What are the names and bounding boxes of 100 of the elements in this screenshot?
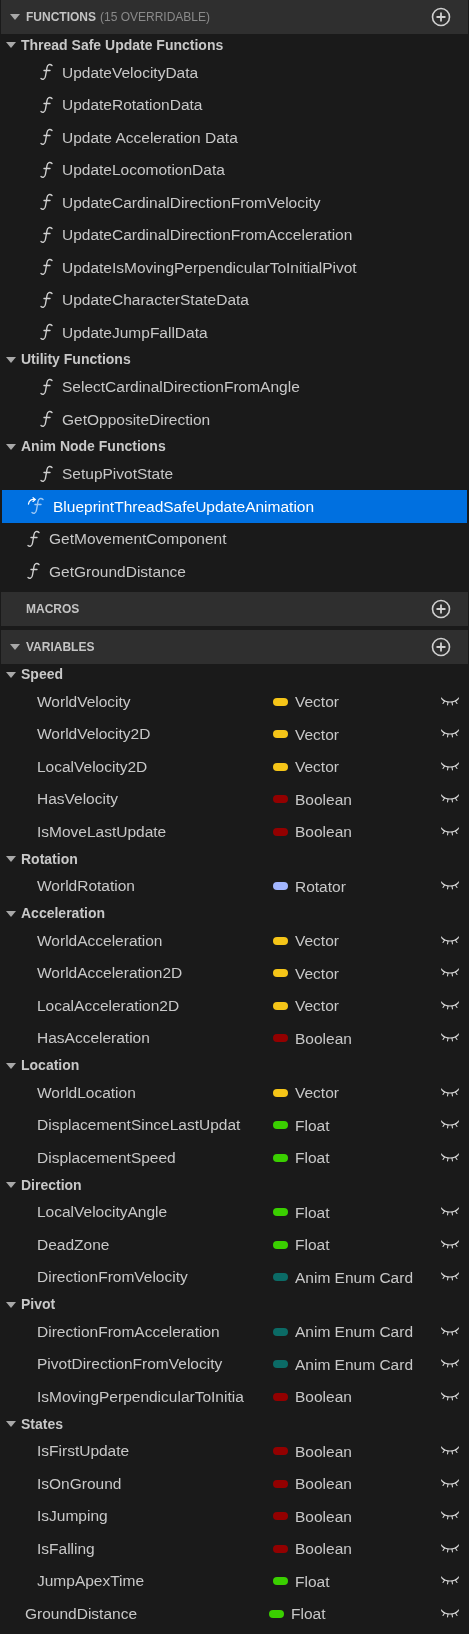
closed-eye-icon[interactable] bbox=[441, 968, 459, 979]
variable-type[interactable]: Boolean bbox=[295, 1026, 441, 1050]
variable-type[interactable]: Vector bbox=[295, 722, 441, 746]
category-header[interactable]: Pivot bbox=[21, 1294, 56, 1315]
function-item[interactable]: UpdateCardinalDirectionFromVelocity bbox=[2, 186, 467, 219]
closed-eye-icon[interactable] bbox=[441, 1511, 459, 1522]
variable-type[interactable]: Vector bbox=[295, 1081, 441, 1105]
closed-eye-icon[interactable] bbox=[441, 1033, 459, 1044]
category-header[interactable]: Thread Safe Update Functions bbox=[21, 34, 224, 56]
expand-arrow-icon[interactable] bbox=[9, 642, 21, 651]
variable-name[interactable]: WorldVelocity2D bbox=[37, 725, 151, 743]
closed-eye-icon[interactable] bbox=[441, 1478, 459, 1489]
function-item[interactable]: UpdateVelocityData bbox=[2, 56, 467, 89]
expand-arrow-icon[interactable] bbox=[5, 41, 17, 49]
variable-name[interactable]: DisplacementSinceLastUpdat bbox=[37, 1116, 241, 1134]
closed-eye-icon[interactable] bbox=[441, 1359, 459, 1370]
variable-type[interactable]: Rotator bbox=[295, 874, 441, 898]
variable-name[interactable]: IsOnGround bbox=[37, 1474, 122, 1492]
closed-eye-icon[interactable] bbox=[441, 935, 459, 946]
variable-name[interactable]: DirectionFromAcceleration bbox=[37, 1322, 220, 1340]
category-header[interactable]: States bbox=[21, 1413, 64, 1435]
variable-name[interactable]: WorldLocation bbox=[37, 1083, 136, 1101]
function-item[interactable]: GetOppositeDirection bbox=[2, 403, 467, 436]
category-header[interactable]: Utility Functions bbox=[21, 349, 131, 370]
variable-name[interactable]: IsFalling bbox=[37, 1539, 95, 1557]
function-item[interactable]: UpdateLocomotionData bbox=[2, 153, 467, 186]
variable-name[interactable]: LocalVelocity2D bbox=[37, 757, 148, 775]
variable-type[interactable]: Anim Enum Card bbox=[295, 1352, 441, 1376]
variable-name[interactable]: JumpApexTime bbox=[37, 1572, 145, 1590]
variable-type[interactable]: Anim Enum Card bbox=[295, 1265, 441, 1289]
variable-name[interactable]: GroundDistance bbox=[25, 1604, 137, 1622]
section-header[interactable]: VARIABLES bbox=[1, 629, 468, 664]
variable-name[interactable]: LocalAcceleration2D bbox=[37, 996, 180, 1014]
closed-eye-icon[interactable] bbox=[441, 1000, 459, 1011]
variable-name[interactable]: PivotDirectionFromVelocity bbox=[37, 1355, 223, 1373]
function-item[interactable]: GetMovementComponent bbox=[2, 522, 467, 555]
function-item[interactable]: UpdateRotationData bbox=[2, 88, 467, 121]
variable-type[interactable]: Boolean bbox=[295, 820, 441, 844]
function-item[interactable]: SetupPivotState bbox=[2, 457, 467, 490]
variable-type[interactable]: Float bbox=[295, 1146, 441, 1170]
expand-arrow-icon[interactable] bbox=[5, 1181, 17, 1189]
expand-arrow-icon[interactable] bbox=[5, 855, 17, 863]
variable-type[interactable]: Float bbox=[295, 1569, 441, 1593]
closed-eye-icon[interactable] bbox=[441, 1207, 459, 1218]
closed-eye-icon[interactable] bbox=[441, 1239, 459, 1250]
expand-arrow-icon[interactable] bbox=[5, 909, 17, 918]
variable-type[interactable]: Boolean bbox=[295, 787, 441, 811]
category-header[interactable]: Location bbox=[21, 1055, 80, 1076]
category-header[interactable]: Direction bbox=[21, 1174, 82, 1196]
variable-name[interactable]: IsMovingPerpendicularToInitia bbox=[37, 1387, 244, 1405]
add-icon[interactable] bbox=[431, 636, 451, 657]
closed-eye-icon[interactable] bbox=[441, 794, 459, 805]
function-item[interactable]: UpdateIsMovingPerpendicularToInitialPivot bbox=[2, 251, 467, 284]
variable-type[interactable]: Float bbox=[295, 1113, 441, 1137]
closed-eye-icon[interactable] bbox=[441, 696, 459, 707]
variable-name[interactable]: WorldVelocity bbox=[37, 692, 131, 710]
variable-name[interactable]: WorldAcceleration2D bbox=[37, 964, 183, 982]
section-header[interactable]: MACROS bbox=[1, 591, 468, 626]
closed-eye-icon[interactable] bbox=[441, 1576, 459, 1587]
expand-arrow-icon[interactable] bbox=[5, 442, 17, 451]
closed-eye-icon[interactable] bbox=[441, 761, 459, 772]
variable-name[interactable]: HasVelocity bbox=[37, 790, 118, 808]
expand-arrow-icon[interactable] bbox=[5, 670, 17, 679]
function-item[interactable]: Update Acceleration Data bbox=[2, 121, 467, 154]
variable-type[interactable]: Boolean bbox=[295, 1537, 441, 1561]
variable-name[interactable]: HasAcceleration bbox=[37, 1029, 150, 1047]
variable-type[interactable]: Vector bbox=[295, 929, 441, 953]
variable-name[interactable]: WorldAcceleration bbox=[37, 931, 163, 949]
expand-arrow-icon[interactable] bbox=[5, 1300, 17, 1309]
variable-name[interactable]: DeadZone bbox=[37, 1235, 110, 1253]
variable-type[interactable]: Boolean bbox=[295, 1472, 441, 1496]
closed-eye-icon[interactable] bbox=[441, 1272, 459, 1283]
variable-type[interactable]: Vector bbox=[295, 690, 441, 714]
variable-name[interactable]: IsMoveLastUpdate bbox=[37, 822, 167, 840]
closed-eye-icon[interactable] bbox=[441, 1543, 459, 1554]
variable-type[interactable]: Float bbox=[291, 1602, 441, 1626]
add-icon[interactable] bbox=[431, 598, 451, 619]
add-icon[interactable] bbox=[431, 7, 451, 27]
function-item[interactable]: BlueprintThreadSafeUpdateAnimation bbox=[2, 490, 467, 523]
variable-type[interactable]: Boolean bbox=[295, 1439, 441, 1463]
variable-type[interactable]: Vector bbox=[295, 961, 441, 985]
variable-type[interactable]: Float bbox=[295, 1200, 441, 1224]
variable-type[interactable]: Boolean bbox=[295, 1385, 441, 1409]
variable-name[interactable]: IsFirstUpdate bbox=[37, 1442, 130, 1460]
category-header[interactable]: Acceleration bbox=[21, 903, 106, 924]
variable-name[interactable]: DirectionFromVelocity bbox=[37, 1268, 188, 1286]
expand-arrow-icon[interactable] bbox=[5, 1061, 17, 1070]
category-header[interactable]: Anim Node Functions bbox=[21, 436, 166, 457]
expand-arrow-icon[interactable] bbox=[5, 355, 17, 364]
closed-eye-icon[interactable] bbox=[441, 1608, 459, 1619]
function-item[interactable]: GetGroundDistance bbox=[2, 555, 467, 588]
function-item[interactable]: SelectCardinalDirectionFromAngle bbox=[2, 370, 467, 403]
closed-eye-icon[interactable] bbox=[441, 881, 459, 892]
variable-name[interactable]: IsJumping bbox=[37, 1507, 108, 1525]
closed-eye-icon[interactable] bbox=[441, 826, 459, 837]
closed-eye-icon[interactable] bbox=[441, 1120, 459, 1131]
section-header[interactable]: FUNCTIONS (15 OVERRIDABLE) bbox=[1, 0, 468, 34]
category-header[interactable]: Rotation bbox=[21, 848, 78, 870]
closed-eye-icon[interactable] bbox=[441, 1446, 459, 1457]
closed-eye-icon[interactable] bbox=[441, 1391, 459, 1402]
